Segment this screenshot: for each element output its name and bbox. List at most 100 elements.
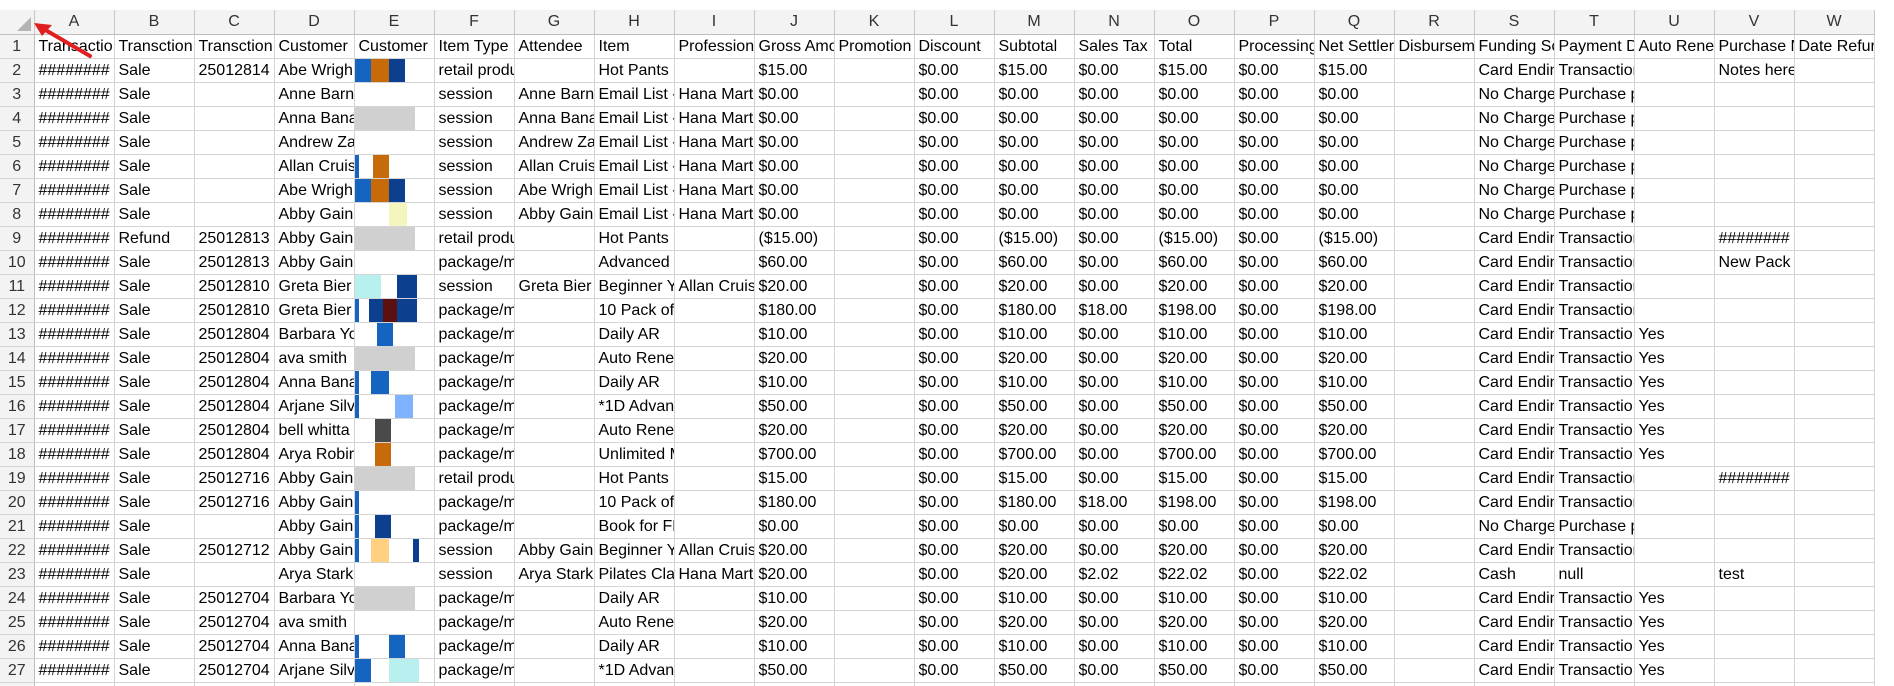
cell-r[interactable]: [1394, 298, 1475, 323]
cell-t[interactable]: Transaction: 250127162655191: [1554, 466, 1635, 491]
cell-k[interactable]: [834, 394, 915, 419]
cell-m[interactable]: $10.00: [994, 322, 1075, 347]
cell-v[interactable]: New Pack: [1714, 250, 1795, 275]
cell-p[interactable]: $0.00: [1234, 466, 1315, 491]
cell-h[interactable]: *1D Advance Yoga Pa: [594, 658, 675, 683]
cell-r[interactable]: [1394, 274, 1475, 299]
redacted-cell[interactable]: [354, 130, 435, 155]
cell-s[interactable]: Card Endin: [1474, 658, 1555, 683]
cell-k[interactable]: [834, 82, 915, 107]
cell-m[interactable]: $20.00: [994, 274, 1075, 299]
cell-a[interactable]: ########: [34, 418, 115, 443]
cell-o[interactable]: $20.00: [1154, 538, 1235, 563]
cell-t[interactable]: Transaction: 25012810041582334TEST: [1554, 298, 1635, 323]
cell-c[interactable]: [194, 178, 275, 203]
column-header-v[interactable]: V: [1714, 10, 1795, 35]
cell-t[interactable]: Transactio: [1554, 418, 1635, 443]
cell-p[interactable]: $0.00: [1234, 346, 1315, 371]
cell-g[interactable]: Abby Gain: [514, 202, 595, 227]
cell-i[interactable]: [674, 514, 755, 539]
cell-r[interactable]: [1394, 466, 1475, 491]
cell-r[interactable]: [1394, 154, 1475, 179]
cell-r[interactable]: [1394, 538, 1475, 563]
cell-t[interactable]: Transaction: 25012810074910202TEST: [1554, 274, 1635, 299]
cell-r[interactable]: [1394, 610, 1475, 635]
cell-i[interactable]: [674, 58, 755, 83]
cell-g[interactable]: [514, 466, 595, 491]
cell-p[interactable]: $0.00: [1234, 514, 1315, 539]
cell-v[interactable]: [1714, 298, 1795, 323]
cell-g[interactable]: Allan Cruis: [514, 154, 595, 179]
cell-q[interactable]: $15.00: [1314, 58, 1395, 83]
cell-m[interactable]: $20.00: [994, 538, 1075, 563]
cell-h[interactable]: [594, 682, 675, 686]
cell-r[interactable]: [1394, 178, 1475, 203]
column-header-f[interactable]: F: [434, 10, 515, 35]
cell-f[interactable]: package/membership: [434, 514, 515, 539]
column-header-j[interactable]: J: [754, 10, 835, 35]
cell-r[interactable]: [1394, 130, 1475, 155]
cell-g[interactable]: [514, 658, 595, 683]
cell-j[interactable]: $20.00: [754, 274, 835, 299]
cell-h[interactable]: Hot Pants: [594, 466, 675, 491]
cell-h[interactable]: Daily AR: [594, 586, 675, 611]
cell-f[interactable]: package/membership: [434, 418, 515, 443]
cell-l[interactable]: $0.00: [914, 202, 995, 227]
cell-n[interactable]: $0.00: [1074, 130, 1155, 155]
cell-i[interactable]: [674, 250, 755, 275]
cell-n[interactable]: $0.00: [1074, 394, 1155, 419]
cell-r[interactable]: [1394, 226, 1475, 251]
row-header[interactable]: 17: [0, 418, 35, 443]
cell-o[interactable]: $0.00: [1154, 154, 1235, 179]
cell-q[interactable]: $0.00: [1314, 202, 1395, 227]
cell-d[interactable]: ava smith: [274, 346, 355, 371]
cell-b[interactable]: Sale: [114, 250, 195, 275]
cell-t[interactable]: Purchase price is $0, no payment require…: [1554, 130, 1635, 155]
row-header[interactable]: 23: [0, 562, 35, 587]
cell-h[interactable]: Beginner Y: [594, 538, 675, 563]
cell-l[interactable]: $0.00: [914, 106, 995, 131]
cell-v[interactable]: [1714, 514, 1795, 539]
cell-i[interactable]: [674, 466, 755, 491]
cell-d[interactable]: bell whitta: [274, 418, 355, 443]
cell-v[interactable]: [1714, 202, 1795, 227]
cell-q[interactable]: [1314, 682, 1395, 686]
cell-c[interactable]: 25012804: [194, 370, 275, 395]
cell-j[interactable]: $180.00: [754, 298, 835, 323]
cell-i[interactable]: Allan Cruis: [674, 538, 755, 563]
cell-a[interactable]: ########: [34, 202, 115, 227]
cell-i[interactable]: Hana Mart: [674, 106, 755, 131]
cell-a[interactable]: ########: [34, 82, 115, 107]
cell-l[interactable]: $0.00: [914, 394, 995, 419]
cell-j[interactable]: $0.00: [754, 202, 835, 227]
cell-m[interactable]: $50.00: [994, 658, 1075, 683]
cell-r[interactable]: [1394, 82, 1475, 107]
redacted-cell[interactable]: [354, 658, 435, 683]
cell-o[interactable]: $20.00: [1154, 418, 1235, 443]
row-header[interactable]: 14: [0, 346, 35, 371]
column-header-l[interactable]: L: [914, 10, 995, 35]
cell-q[interactable]: $0.00: [1314, 106, 1395, 131]
cell-f[interactable]: retail product: [434, 466, 515, 491]
redacted-cell[interactable]: [354, 298, 435, 323]
cell-p[interactable]: $0.00: [1234, 586, 1315, 611]
cell-s[interactable]: Card Endin: [1474, 58, 1555, 83]
cell-c[interactable]: [194, 202, 275, 227]
cell-o[interactable]: $10.00: [1154, 586, 1235, 611]
cell-r[interactable]: [1394, 346, 1475, 371]
cell-t[interactable]: Purchase price is $0, no payment require…: [1554, 202, 1635, 227]
row-header[interactable]: 2: [0, 58, 35, 83]
cell-i[interactable]: [674, 586, 755, 611]
cell-a[interactable]: ########: [34, 322, 115, 347]
row-header[interactable]: 21: [0, 514, 35, 539]
cell-l[interactable]: $0.00: [914, 178, 995, 203]
cell-k[interactable]: [834, 58, 915, 83]
cell-k[interactable]: [834, 538, 915, 563]
cell-o[interactable]: $15.00: [1154, 58, 1235, 83]
cell-w[interactable]: [1794, 154, 1875, 179]
cell-n[interactable]: $0.00: [1074, 202, 1155, 227]
cell-d[interactable]: Arjane Silv: [274, 658, 355, 683]
cell-g[interactable]: [514, 682, 595, 686]
cell-r[interactable]: [1394, 202, 1475, 227]
cell-g[interactable]: [514, 226, 595, 251]
